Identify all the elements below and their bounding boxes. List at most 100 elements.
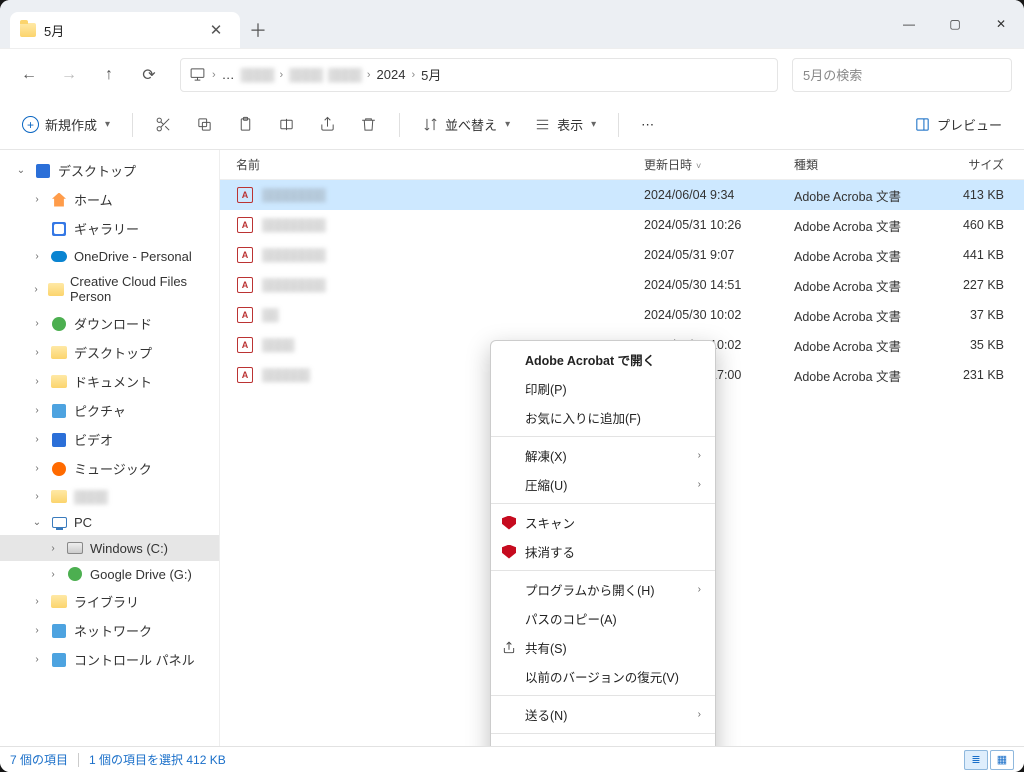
list-icon: [534, 116, 551, 133]
breadcrumb-segment[interactable]: 5月: [421, 65, 441, 84]
tab-current[interactable]: 5月 ✕: [10, 12, 240, 48]
menu-item[interactable]: パスのコピー(A): [491, 604, 715, 633]
rename-icon: [278, 116, 295, 133]
tree-icon: [50, 514, 68, 530]
breadcrumb-segment[interactable]: …: [222, 67, 235, 82]
breadcrumb-segment[interactable]: ▒▒▒▒: [241, 67, 274, 82]
chevron-down-icon: ▾: [505, 119, 510, 130]
file-row[interactable]: ▒▒▒▒▒▒▒▒2024/05/31 10:26Adobe Acroba 文書4…: [220, 210, 1024, 240]
tree-item[interactable]: ›Windows (C:): [0, 535, 219, 561]
minimize-button[interactable]: —: [886, 0, 932, 48]
menu-label: 以前のバージョンの復元(V): [525, 667, 679, 686]
new-button[interactable]: + 新規作成 ▾: [14, 109, 118, 141]
menu-item[interactable]: 切り取り(T): [491, 738, 715, 746]
col-name[interactable]: 名前: [236, 156, 644, 173]
sort-button[interactable]: 並べ替え ▾: [414, 109, 518, 141]
nav-tree[interactable]: ⌄デスクトップ›ホームギャラリー › OneDrive - Personal ›Cre…: [0, 150, 220, 746]
breadcrumb-segment[interactable]: ▒▒▒▒: [289, 67, 322, 82]
expand-icon: ›: [30, 284, 42, 295]
rename-button[interactable]: [270, 109, 303, 141]
breadcrumb-segment[interactable]: 2024: [377, 67, 406, 82]
tree-item[interactable]: ⌄デスクトップ: [0, 156, 219, 185]
tree-item[interactable]: ›ダウンロード: [0, 309, 219, 338]
expand-icon: ›: [30, 251, 44, 262]
paste-button[interactable]: [229, 109, 262, 141]
menu-separator: [491, 570, 715, 571]
file-row[interactable]: ▒▒▒▒▒▒▒▒2024/05/31 9:07Adobe Acroba 文書44…: [220, 240, 1024, 270]
details-view-button[interactable]: ≣: [964, 750, 988, 770]
forward-button[interactable]: →: [52, 58, 86, 92]
up-button[interactable]: ↑: [92, 58, 126, 92]
menu-item[interactable]: 圧縮(U)›: [491, 470, 715, 499]
nav-bar: ← → ↑ ⟳ › … ▒▒▒▒ › ▒▒▒▒ ▒▒▒▒ › 2024 › 5月…: [0, 48, 1024, 100]
address-bar[interactable]: › … ▒▒▒▒ › ▒▒▒▒ ▒▒▒▒ › 2024 › 5月: [180, 58, 778, 92]
view-button[interactable]: 表示 ▾: [526, 109, 604, 141]
tree-label: ネットワーク: [74, 621, 152, 640]
menu-item[interactable]: Adobe Acrobat で開く: [491, 345, 715, 374]
search-input[interactable]: 5月の検索: [792, 58, 1012, 92]
tree-item[interactable]: ›Creative Cloud Files Person: [0, 269, 219, 309]
col-date[interactable]: 更新日時˅: [644, 156, 794, 173]
tab-close-button[interactable]: ✕: [202, 16, 230, 44]
menu-item[interactable]: 解凍(X)›: [491, 441, 715, 470]
breadcrumb-segment[interactable]: ▒▒▒▒: [328, 67, 361, 82]
thumbnails-view-button[interactable]: ▦: [990, 750, 1014, 770]
close-button[interactable]: ✕: [978, 0, 1024, 48]
menu-separator: [491, 695, 715, 696]
menu-item[interactable]: 抹消する: [491, 537, 715, 566]
file-type: Adobe Acroba 文書: [794, 216, 944, 235]
tree-label: OneDrive - Personal: [74, 249, 192, 264]
tree-item[interactable]: ›▒▒▒▒: [0, 483, 219, 509]
more-button[interactable]: ⋯: [633, 109, 662, 141]
copy-icon: [196, 116, 213, 133]
col-type[interactable]: 種類: [794, 156, 944, 173]
tree-item[interactable]: ›ライブラリ: [0, 587, 219, 616]
tree-item[interactable]: ›デスクトップ: [0, 338, 219, 367]
tree-icon: [50, 652, 68, 668]
menu-item[interactable]: 送る(N)›: [491, 700, 715, 729]
delete-button[interactable]: [352, 109, 385, 141]
new-tab-button[interactable]: ＋: [240, 12, 276, 48]
cut-button[interactable]: [147, 109, 180, 141]
submenu-arrow-icon: ›: [698, 584, 701, 595]
mcafee-icon: [501, 515, 517, 531]
tree-item[interactable]: ›ホーム: [0, 185, 219, 214]
menu-item[interactable]: プログラムから開く(H)›: [491, 575, 715, 604]
tree-item[interactable]: ›Google Drive (G:): [0, 561, 219, 587]
refresh-button[interactable]: ⟳: [132, 58, 166, 92]
menu-item[interactable]: 共有(S): [491, 633, 715, 662]
menu-item[interactable]: 印刷(P): [491, 374, 715, 403]
back-button[interactable]: ←: [12, 58, 46, 92]
tree-item[interactable]: ギャラリー: [0, 214, 219, 243]
tree-icon: [50, 403, 68, 419]
preview-button[interactable]: プレビュー: [906, 109, 1010, 141]
submenu-arrow-icon: ›: [698, 709, 701, 720]
tree-item[interactable]: ⌄PC: [0, 509, 219, 535]
tree-item[interactable]: ›ミュージック: [0, 454, 219, 483]
tree-item[interactable]: ›ネットワーク: [0, 616, 219, 645]
tree-item[interactable]: ›ドキュメント: [0, 367, 219, 396]
share-button[interactable]: [311, 109, 344, 141]
copy-button[interactable]: [188, 109, 221, 141]
menu-separator: [491, 733, 715, 734]
menu-item[interactable]: お気に入りに追加(F): [491, 403, 715, 432]
menu-label: お気に入りに追加(F): [525, 408, 641, 427]
menu-item[interactable]: 以前のバージョンの復元(V): [491, 662, 715, 691]
tab-title: 5月: [44, 21, 194, 40]
tree-item[interactable]: › OneDrive - Personal: [0, 243, 219, 269]
file-name: ▒▒: [262, 308, 644, 322]
file-name: ▒▒▒▒▒▒▒▒: [262, 218, 644, 232]
menu-item[interactable]: スキャン: [491, 508, 715, 537]
col-size[interactable]: サイズ: [944, 156, 1024, 173]
tree-item[interactable]: ›コントロール パネル: [0, 645, 219, 674]
file-row[interactable]: ▒▒2024/05/30 10:02Adobe Acroba 文書37 KB: [220, 300, 1024, 330]
file-row[interactable]: ▒▒▒▒▒▒▒▒2024/06/04 9:34Adobe Acroba 文書41…: [220, 180, 1024, 210]
file-size: 37 KB: [944, 308, 1024, 322]
tree-item[interactable]: ›ビデオ: [0, 425, 219, 454]
file-row[interactable]: ▒▒▒▒▒▒▒▒2024/05/30 14:51Adobe Acroba 文書2…: [220, 270, 1024, 300]
file-size: 227 KB: [944, 278, 1024, 292]
tree-item[interactable]: ›ピクチャ: [0, 396, 219, 425]
separator: [618, 113, 619, 137]
tree-label: ダウンロード: [74, 314, 152, 333]
maximize-button[interactable]: ▢: [932, 0, 978, 48]
